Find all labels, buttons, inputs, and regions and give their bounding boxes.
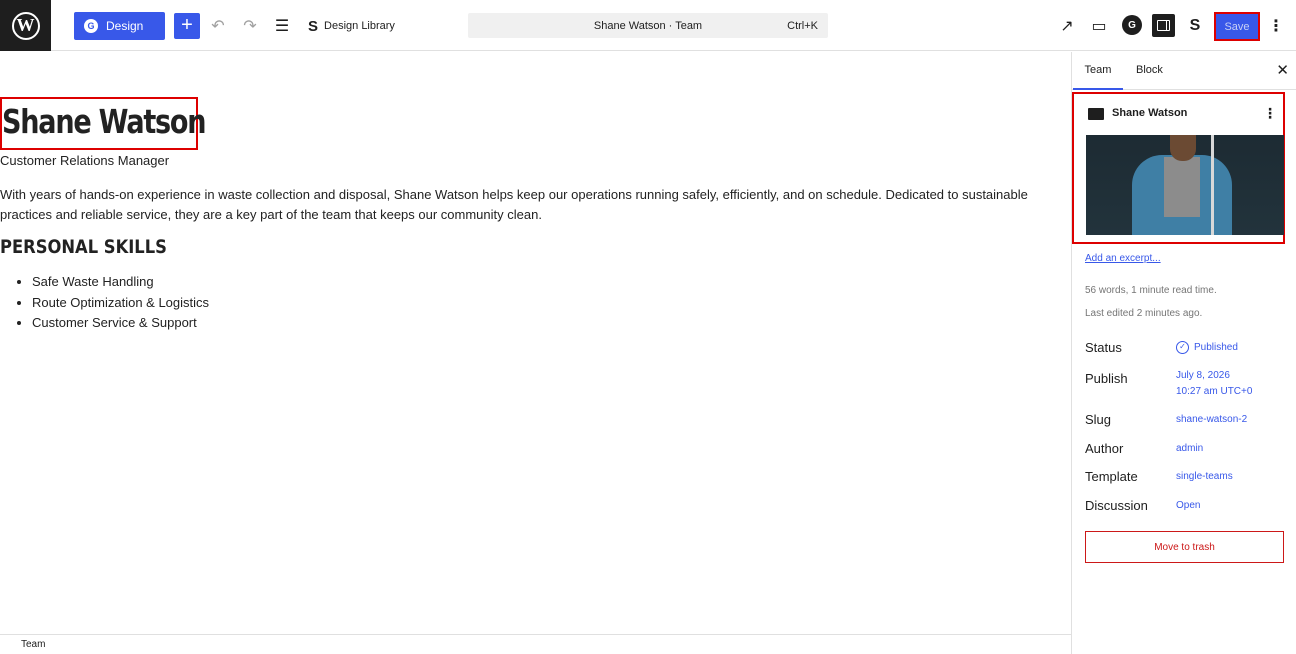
wordpress-icon: W — [11, 11, 40, 40]
publish-label: Publish — [1085, 371, 1128, 386]
shortcut-hint: Ctrl+K — [787, 19, 818, 32]
bio-paragraph[interactable]: With years of hands-on experience in was… — [0, 185, 1070, 225]
skills-heading[interactable]: PERSONAL SKILLS — [0, 236, 194, 258]
g-icon: G — [84, 19, 98, 33]
post-summary-card: Shane Watson ⋮ — [1072, 92, 1285, 244]
redo-icon[interactable]: ↷ — [237, 13, 263, 39]
word-count: 56 words, 1 minute read time. — [1085, 285, 1217, 296]
breadcrumb: Team — [0, 634, 1071, 654]
sidebar-tabs: Team Block ✕ — [1072, 52, 1296, 90]
s-plugin-icon[interactable]: S — [1182, 13, 1208, 39]
command-palette-bar[interactable]: Shane Watson · Team Ctrl+K — [468, 13, 828, 38]
close-icon[interactable]: ✕ — [1276, 61, 1289, 79]
design-library-label: Design Library — [324, 20, 395, 32]
template-value[interactable]: single-teams — [1176, 469, 1233, 485]
external-link-icon[interactable]: ↗ — [1054, 13, 1080, 39]
post-title-text: Shane Watson — [2, 102, 207, 141]
design-button-label: Design — [106, 19, 144, 33]
featured-image[interactable] — [1086, 135, 1284, 235]
wordpress-logo[interactable]: W — [0, 0, 51, 51]
job-title[interactable]: Customer Relations Manager — [0, 153, 169, 168]
undo-icon[interactable]: ↶ — [205, 13, 231, 39]
slug-label: Slug — [1085, 412, 1112, 427]
slug-value[interactable]: shane-watson-2 — [1176, 412, 1247, 428]
discussion-label: Discussion — [1085, 498, 1148, 513]
document-title: Shane Watson · Team — [593, 19, 703, 32]
more-options-icon[interactable]: ⋮ — [1263, 105, 1277, 122]
g-plugin-icon[interactable]: G — [1122, 15, 1142, 35]
author-label: Author — [1085, 441, 1124, 456]
list-view-icon[interactable]: ☰ — [269, 13, 295, 39]
list-item[interactable]: Route Optimization & Logistics — [32, 293, 209, 314]
template-label: Template — [1085, 469, 1138, 484]
settings-sidebar: Team Block ✕ Shane Watson ⋮ Add an excer… — [1071, 52, 1296, 654]
tab-team[interactable]: Team — [1073, 52, 1123, 90]
check-circle-icon: ✓ — [1176, 340, 1189, 354]
add-block-button[interactable]: + — [174, 13, 200, 39]
post-title[interactable]: Shane Watson — [0, 97, 207, 150]
author-value[interactable]: admin — [1176, 441, 1203, 457]
discussion-value[interactable]: Open — [1176, 498, 1200, 514]
device-preview-icon[interactable]: ▭ — [1086, 13, 1112, 39]
card-title: Shane Watson — [1112, 107, 1188, 119]
move-to-trash-button[interactable]: Move to trash — [1085, 531, 1284, 563]
design-button[interactable]: G Design — [74, 12, 165, 40]
skills-heading-text: PERSONAL SKILLS — [0, 236, 167, 258]
editor-header: W G Design + ↶ ↷ ☰ S Design Library Shane … — [0, 0, 1296, 51]
add-excerpt-link[interactable]: Add an excerpt... — [1085, 253, 1161, 264]
folder-icon — [1088, 108, 1104, 120]
design-library-icon: S — [308, 17, 319, 35]
last-edited: Last edited 2 minutes ago. — [1085, 308, 1203, 319]
breadcrumb-item[interactable]: Team — [21, 639, 45, 650]
tab-block[interactable]: Block — [1136, 52, 1163, 90]
status-value[interactable]: ✓ Published — [1176, 340, 1238, 356]
options-icon[interactable]: ⋮ — [1266, 13, 1286, 39]
save-button[interactable]: Save — [1214, 12, 1260, 41]
list-item[interactable]: Safe Waste Handling — [32, 272, 209, 293]
list-item[interactable]: Customer Service & Support — [32, 313, 209, 334]
sidebar-toggle-icon[interactable] — [1152, 14, 1175, 37]
publish-value[interactable]: July 8, 2026 10:27 am UTC+0 — [1176, 368, 1252, 400]
editor-canvas: Shane Watson Customer Relations Manager … — [0, 52, 1071, 634]
status-label: Status — [1085, 340, 1122, 355]
skills-list[interactable]: Safe Waste Handling Route Optimization &… — [32, 272, 209, 334]
design-library-button[interactable]: S Design Library — [308, 13, 395, 39]
